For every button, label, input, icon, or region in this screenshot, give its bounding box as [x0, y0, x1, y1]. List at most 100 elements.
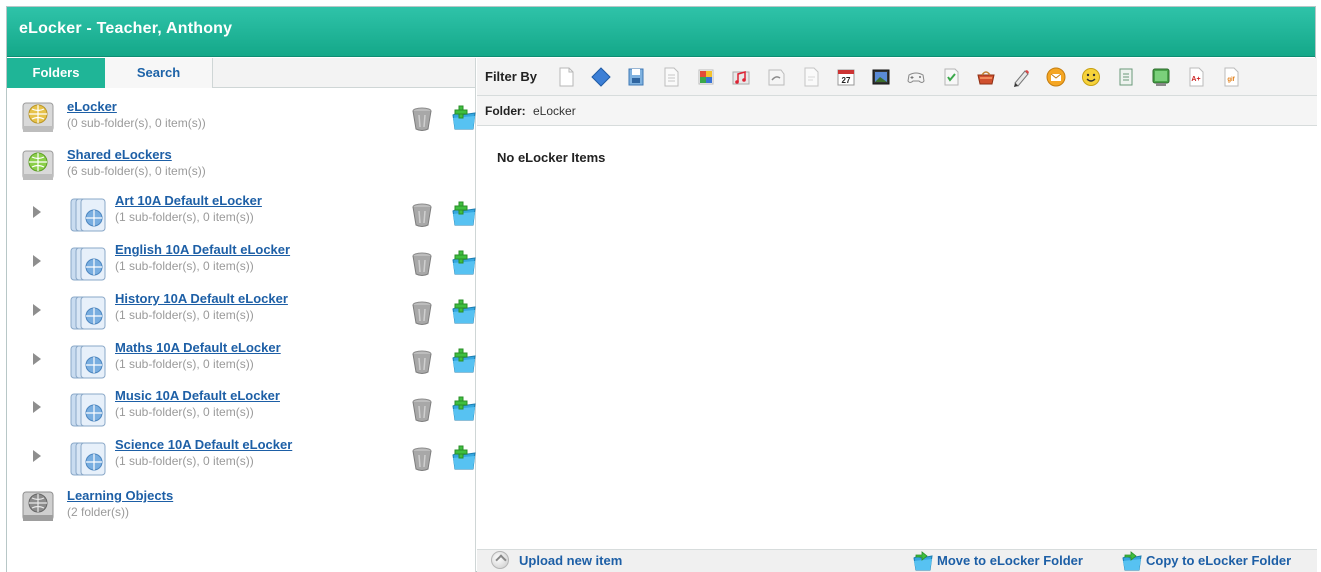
- globe-drive-icon: [22, 150, 54, 180]
- add-folder-icon[interactable]: [450, 250, 478, 276]
- calendar-icon[interactable]: 27: [835, 66, 857, 88]
- expand-arrow-icon[interactable]: [33, 206, 41, 218]
- folder-stack-icon: [70, 442, 106, 476]
- copy-to-folder-button[interactable]: Copy to eLocker Folder: [1146, 553, 1291, 571]
- content-panel: Filter By 27 A+ gif Folder: eLocker No e…: [477, 58, 1317, 572]
- folder-stack-icon: [70, 393, 106, 427]
- list-icon[interactable]: [1115, 66, 1137, 88]
- basket-icon[interactable]: [975, 66, 997, 88]
- move-folder-icon[interactable]: [912, 551, 934, 571]
- gray-globe-drive-icon: [22, 491, 54, 521]
- tree-node-name[interactable]: Science 10A Default eLocker: [115, 437, 292, 452]
- trash-icon[interactable]: [412, 398, 432, 422]
- add-folder-icon[interactable]: [450, 348, 478, 374]
- color-grid-icon[interactable]: [695, 66, 717, 88]
- tree-node-name[interactable]: Music 10A Default eLocker: [115, 388, 280, 403]
- tree-node-child: Science 10A Default eLocker (1 sub-folde…: [7, 434, 478, 482]
- tree-node-name[interactable]: Maths 10A Default eLocker: [115, 340, 281, 355]
- tree-node-name[interactable]: eLocker: [67, 99, 117, 114]
- tree-node-child: Art 10A Default eLocker (1 sub-folder(s)…: [7, 190, 478, 238]
- trash-icon[interactable]: [412, 203, 432, 227]
- expand-arrow-icon[interactable]: [33, 401, 41, 413]
- trash-icon[interactable]: [412, 350, 432, 374]
- folder-stack-icon: [70, 247, 106, 281]
- folder-label: Folder:: [485, 104, 526, 118]
- tree-node-shared: Shared eLockers (6 sub-folder(s), 0 item…: [7, 142, 475, 190]
- text-page-icon[interactable]: [660, 66, 682, 88]
- title-bar: eLocker - Teacher, Anthony: [7, 7, 1315, 57]
- checklist-icon[interactable]: [940, 66, 962, 88]
- trash-icon[interactable]: [412, 252, 432, 276]
- expand-arrow-icon[interactable]: [33, 304, 41, 316]
- trash-icon[interactable]: [412, 447, 432, 471]
- document-icon[interactable]: [555, 66, 577, 88]
- items-area: No eLocker Items: [477, 126, 1317, 549]
- trash-icon[interactable]: [412, 301, 432, 325]
- email-icon[interactable]: [1045, 66, 1067, 88]
- app-window: eLocker - Teacher, Anthony Folders Searc…: [6, 6, 1317, 572]
- tree-node-name[interactable]: Art 10A Default eLocker: [115, 193, 262, 208]
- gamepad-icon[interactable]: [905, 66, 927, 88]
- diamond-icon[interactable]: [590, 66, 612, 88]
- svg-text:gif: gif: [1227, 77, 1235, 83]
- app-title: eLocker - Teacher, Anthony: [19, 20, 233, 37]
- tree-node-child: Maths 10A Default eLocker (1 sub-folder(…: [7, 337, 478, 385]
- blank-page-icon[interactable]: [800, 66, 822, 88]
- action-bar: Upload new item Move to eLocker Folder C…: [477, 549, 1317, 572]
- add-folder-icon[interactable]: [450, 201, 478, 227]
- add-folder-icon[interactable]: [450, 299, 478, 325]
- music-icon[interactable]: [730, 66, 752, 88]
- pen-icon[interactable]: [1010, 66, 1032, 88]
- tree-node-info: (2 folder(s)): [67, 505, 130, 519]
- tree-node-info: (6 sub-folder(s), 0 item(s)): [67, 164, 206, 178]
- globe-drive-icon: [22, 102, 54, 132]
- tree-node-name[interactable]: Learning Objects: [67, 488, 173, 503]
- folder-value: eLocker: [533, 104, 576, 118]
- filter-label: Filter By: [485, 69, 538, 84]
- folders-panel: Folders Search eLocker (0 sub-folder(s),…: [7, 58, 476, 572]
- panel-tabs: Folders Search: [7, 58, 475, 88]
- tree-node-info: (1 sub-folder(s), 0 item(s)): [115, 259, 254, 273]
- gif-icon[interactable]: gif: [1220, 66, 1242, 88]
- tree-node-elocker: eLocker (0 sub-folder(s), 0 item(s)): [7, 94, 478, 142]
- save-disk-icon[interactable]: [625, 66, 647, 88]
- tree-node-info: (1 sub-folder(s), 0 item(s)): [115, 210, 254, 224]
- add-folder-icon[interactable]: [450, 396, 478, 422]
- tree-node-info: (1 sub-folder(s), 0 item(s)): [115, 454, 254, 468]
- folder-stack-icon: [70, 198, 106, 232]
- move-to-folder-button[interactable]: Move to eLocker Folder: [937, 553, 1083, 571]
- upload-icon[interactable]: [491, 551, 509, 569]
- trash-icon[interactable]: [412, 107, 432, 131]
- folder-stack-icon: [70, 345, 106, 379]
- upload-button[interactable]: Upload new item: [519, 553, 622, 571]
- tab-folders[interactable]: Folders: [7, 58, 105, 88]
- filter-bar: Filter By 27 A+ gif: [477, 58, 1317, 96]
- svg-text:A+: A+: [1191, 76, 1200, 83]
- pdf-icon[interactable]: A+: [1185, 66, 1207, 88]
- add-folder-icon[interactable]: [450, 105, 478, 131]
- smiley-icon[interactable]: [1080, 66, 1102, 88]
- tree-node-info: (0 sub-folder(s), 0 item(s)): [67, 116, 206, 130]
- tree-node-name[interactable]: English 10A Default eLocker: [115, 242, 290, 257]
- tab-search[interactable]: Search: [105, 58, 213, 88]
- green-screen-icon[interactable]: [1150, 66, 1172, 88]
- expand-arrow-icon[interactable]: [33, 450, 41, 462]
- current-folder-bar: Folder: eLocker: [477, 96, 1317, 126]
- tree-node-child: English 10A Default eLocker (1 sub-folde…: [7, 239, 478, 287]
- add-folder-icon[interactable]: [450, 445, 478, 471]
- tree-node-learning-objects: Learning Objects (2 folder(s)): [7, 483, 475, 531]
- expand-arrow-icon[interactable]: [33, 353, 41, 365]
- svg-text:27: 27: [842, 76, 851, 85]
- tree-node-info: (1 sub-folder(s), 0 item(s)): [115, 308, 254, 322]
- tree-node-child: History 10A Default eLocker (1 sub-folde…: [7, 288, 478, 336]
- tree-node-info: (1 sub-folder(s), 0 item(s)): [115, 357, 254, 371]
- link-page-icon[interactable]: [765, 66, 787, 88]
- expand-arrow-icon[interactable]: [33, 255, 41, 267]
- tree-node-name[interactable]: Shared eLockers: [67, 147, 172, 162]
- folder-stack-icon: [70, 296, 106, 330]
- picture-icon[interactable]: [870, 66, 892, 88]
- tree-node-name[interactable]: History 10A Default eLocker: [115, 291, 288, 306]
- empty-message: No eLocker Items: [497, 150, 606, 165]
- tree-node-info: (1 sub-folder(s), 0 item(s)): [115, 405, 254, 419]
- copy-folder-icon[interactable]: [1121, 551, 1143, 571]
